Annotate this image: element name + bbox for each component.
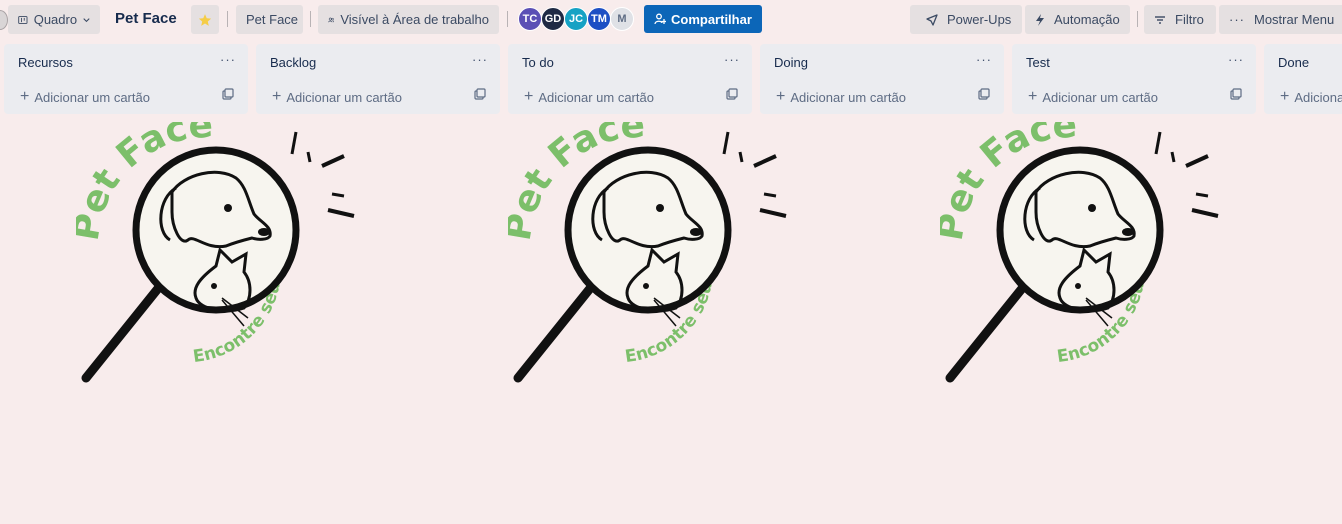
plus-icon: + [1028,88,1038,105]
view-switcher-label: Quadro [33,12,78,27]
add-card-button[interactable]: +Adicionar um cartão [776,88,906,106]
plus-icon: + [1280,88,1290,105]
member-avatar[interactable]: GD [541,7,565,31]
member-avatar[interactable]: TM [587,7,611,31]
add-card-button[interactable]: +Adicionar um cartão [20,88,150,106]
star-button[interactable] [191,5,219,34]
list-menu-icon[interactable]: ··· [724,52,740,67]
card-template-icon[interactable] [474,88,486,100]
people-icon [328,17,335,22]
add-card-label: Adicionar um cartão [34,89,150,105]
member-avatar[interactable]: M [610,7,634,31]
share-button[interactable]: Compartilhar [644,5,762,33]
divider [507,11,508,27]
add-card-label: Adicionar um cartão [286,89,402,105]
chevron-down-icon [83,17,90,22]
add-card-label: Adicionar um cartão [790,89,906,105]
divider [310,11,311,27]
add-card-label: Adicionar um cartão [1042,89,1158,105]
list-menu-icon[interactable]: ··· [1228,52,1244,67]
list-title[interactable]: Recursos [18,55,73,70]
share-label: Compartilhar [671,11,752,27]
add-card-label: Adicionar um cartão [538,89,654,105]
star-icon [198,13,212,26]
view-switcher-button[interactable]: Quadro [8,5,100,34]
visibility-label: Visível à Área de trabalho [340,12,489,27]
list-title[interactable]: Done [1278,55,1309,70]
divider [1137,11,1138,27]
board-title[interactable]: Pet Face [115,10,177,27]
add-card-button[interactable]: +Adicionar um cartão [524,88,654,106]
add-card-button[interactable]: +Adicionar um cartão [272,88,402,106]
list-menu-icon[interactable]: ··· [472,52,488,67]
add-person-icon [654,13,666,25]
list-title[interactable]: Test [1026,55,1050,70]
workspace-button[interactable]: Pet Face [236,5,303,34]
list-doing: Doing ··· + Adicionar um cartão [760,44,1004,114]
plus-icon: + [776,88,786,105]
filter-label: Filtro [1175,12,1204,27]
workspace-label: Pet Face [246,12,299,27]
show-menu-button[interactable]: ··· Mostrar Menu [1219,5,1342,34]
add-card-button[interactable]: +Adicionar um cartão [1028,88,1158,106]
automation-label: Automação [1054,12,1120,27]
board-header: Quadro Pet Face Pet Face Visível à Área … [0,0,1342,40]
card-template-icon[interactable] [726,88,738,100]
member-avatar[interactable]: TC [518,7,542,31]
plus-icon: + [272,88,282,105]
list-backlog: Backlog ··· + Adicionar um cartão [256,44,500,114]
automation-button[interactable]: Automação [1025,5,1130,34]
filter-icon [1155,15,1165,24]
more-icon: ··· [1229,12,1245,27]
add-card-label: Adicionar um cartão [1294,89,1342,105]
rocket-icon [926,13,938,26]
member-avatar[interactable]: JC [564,7,588,31]
pet-face-logo: Pet Face Encontre seu Pet [508,122,787,383]
list-done: Done +Adicionar um cartão [1264,44,1342,114]
filter-button[interactable]: Filtro [1144,5,1216,34]
plus-icon: + [20,88,30,105]
power-ups-button[interactable]: Power-Ups [910,5,1022,34]
member-initials: TM [591,13,607,25]
member-initials: GD [544,13,562,25]
card-template-icon[interactable] [222,88,234,100]
list-menu-icon[interactable]: ··· [976,52,992,67]
list-test: Test ··· + Adicionar um cartão [1012,44,1256,114]
list-title[interactable]: To do [522,55,554,70]
member-initials: JC [568,13,584,25]
list-recursos: Recursos ··· + Adicionar um cartão [4,44,248,114]
workspace-avatar[interactable] [0,10,8,30]
list-title[interactable]: Backlog [270,55,316,70]
show-menu-label: Mostrar Menu [1254,12,1335,27]
member-initials: M [617,13,627,25]
pet-face-logo: Pet Face Encontre seu Pet [76,122,355,383]
power-ups-label: Power-Ups [947,12,1012,27]
add-card-button[interactable]: +Adicionar um cartão [1280,88,1342,106]
list-to-do: To do ··· + Adicionar um cartão [508,44,752,114]
card-template-icon[interactable] [1230,88,1242,100]
plus-icon: + [524,88,534,105]
lightning-icon [1036,13,1044,26]
list-title[interactable]: Doing [774,55,808,70]
pet-face-logo: Pet Face Encontre seu Pet [940,122,1219,383]
board-view-icon [18,15,28,24]
visibility-button[interactable]: Visível à Área de trabalho [318,5,499,34]
list-menu-icon[interactable]: ··· [220,52,236,67]
member-initials: TC [522,13,538,25]
divider [227,11,228,27]
card-template-icon[interactable] [978,88,990,100]
